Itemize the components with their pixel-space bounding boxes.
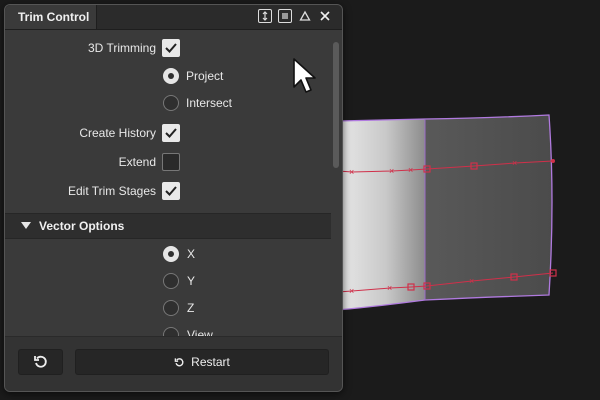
collapse-up-icon[interactable] (298, 9, 312, 23)
svg-text:×: × (349, 286, 354, 296)
edit-trim-stages-label: Edit Trim Stages (67, 184, 156, 198)
rotate-ccw-icon (33, 355, 47, 368)
mouse-pointer-icon (292, 57, 318, 100)
panel-scrollbar[interactable] (333, 42, 339, 168)
checkmark-icon (165, 43, 177, 53)
svg-text:×: × (469, 276, 474, 286)
restart-label: Restart (191, 355, 230, 369)
svg-text:×: × (349, 167, 354, 177)
svg-text:×: × (389, 166, 394, 176)
vector-x-radio[interactable] (163, 246, 179, 262)
create-history-checkbox[interactable] (162, 124, 180, 142)
edit-trim-stages-checkbox[interactable] (162, 182, 180, 200)
list-menu-icon[interactable] (278, 9, 292, 23)
vector-z-label: Z (187, 301, 195, 315)
svg-text:×: × (512, 158, 517, 168)
svg-text:×: × (408, 165, 413, 175)
intersect-radio[interactable] (163, 95, 179, 111)
project-label: Project (186, 69, 224, 83)
vector-x-label: X (187, 247, 196, 261)
3d-trimming-checkbox[interactable] (162, 39, 180, 57)
svg-text:×: × (387, 283, 392, 293)
project-radio[interactable] (163, 68, 179, 84)
extend-checkbox[interactable] (162, 153, 180, 171)
checkmark-icon (165, 128, 177, 138)
rotate-ccw-icon (174, 357, 184, 366)
expand-vertical-icon[interactable] (258, 9, 272, 23)
intersect-label: Intersect (186, 96, 233, 110)
expand-triangle-icon (21, 222, 31, 229)
close-icon[interactable] (318, 9, 332, 23)
reset-button[interactable] (18, 349, 63, 375)
panel-titlebar: Trim Control (5, 5, 342, 30)
tab-trim-control[interactable]: Trim Control (5, 5, 97, 29)
extend-label: Extend (118, 155, 156, 169)
vector-options-title: Vector Options (39, 219, 125, 233)
restart-button[interactable]: Restart (75, 349, 329, 375)
vector-options-header[interactable]: Vector Options (5, 213, 331, 239)
trim-surface[interactable] (337, 114, 553, 311)
create-history-label: Create History (79, 126, 156, 140)
panel-footer: Restart (5, 336, 342, 391)
vector-z-radio[interactable] (163, 300, 179, 316)
checkmark-icon (165, 186, 177, 196)
vector-y-radio[interactable] (163, 273, 179, 289)
3d-trimming-label: 3D Trimming (87, 41, 156, 55)
vector-y-label: Y (187, 274, 196, 288)
